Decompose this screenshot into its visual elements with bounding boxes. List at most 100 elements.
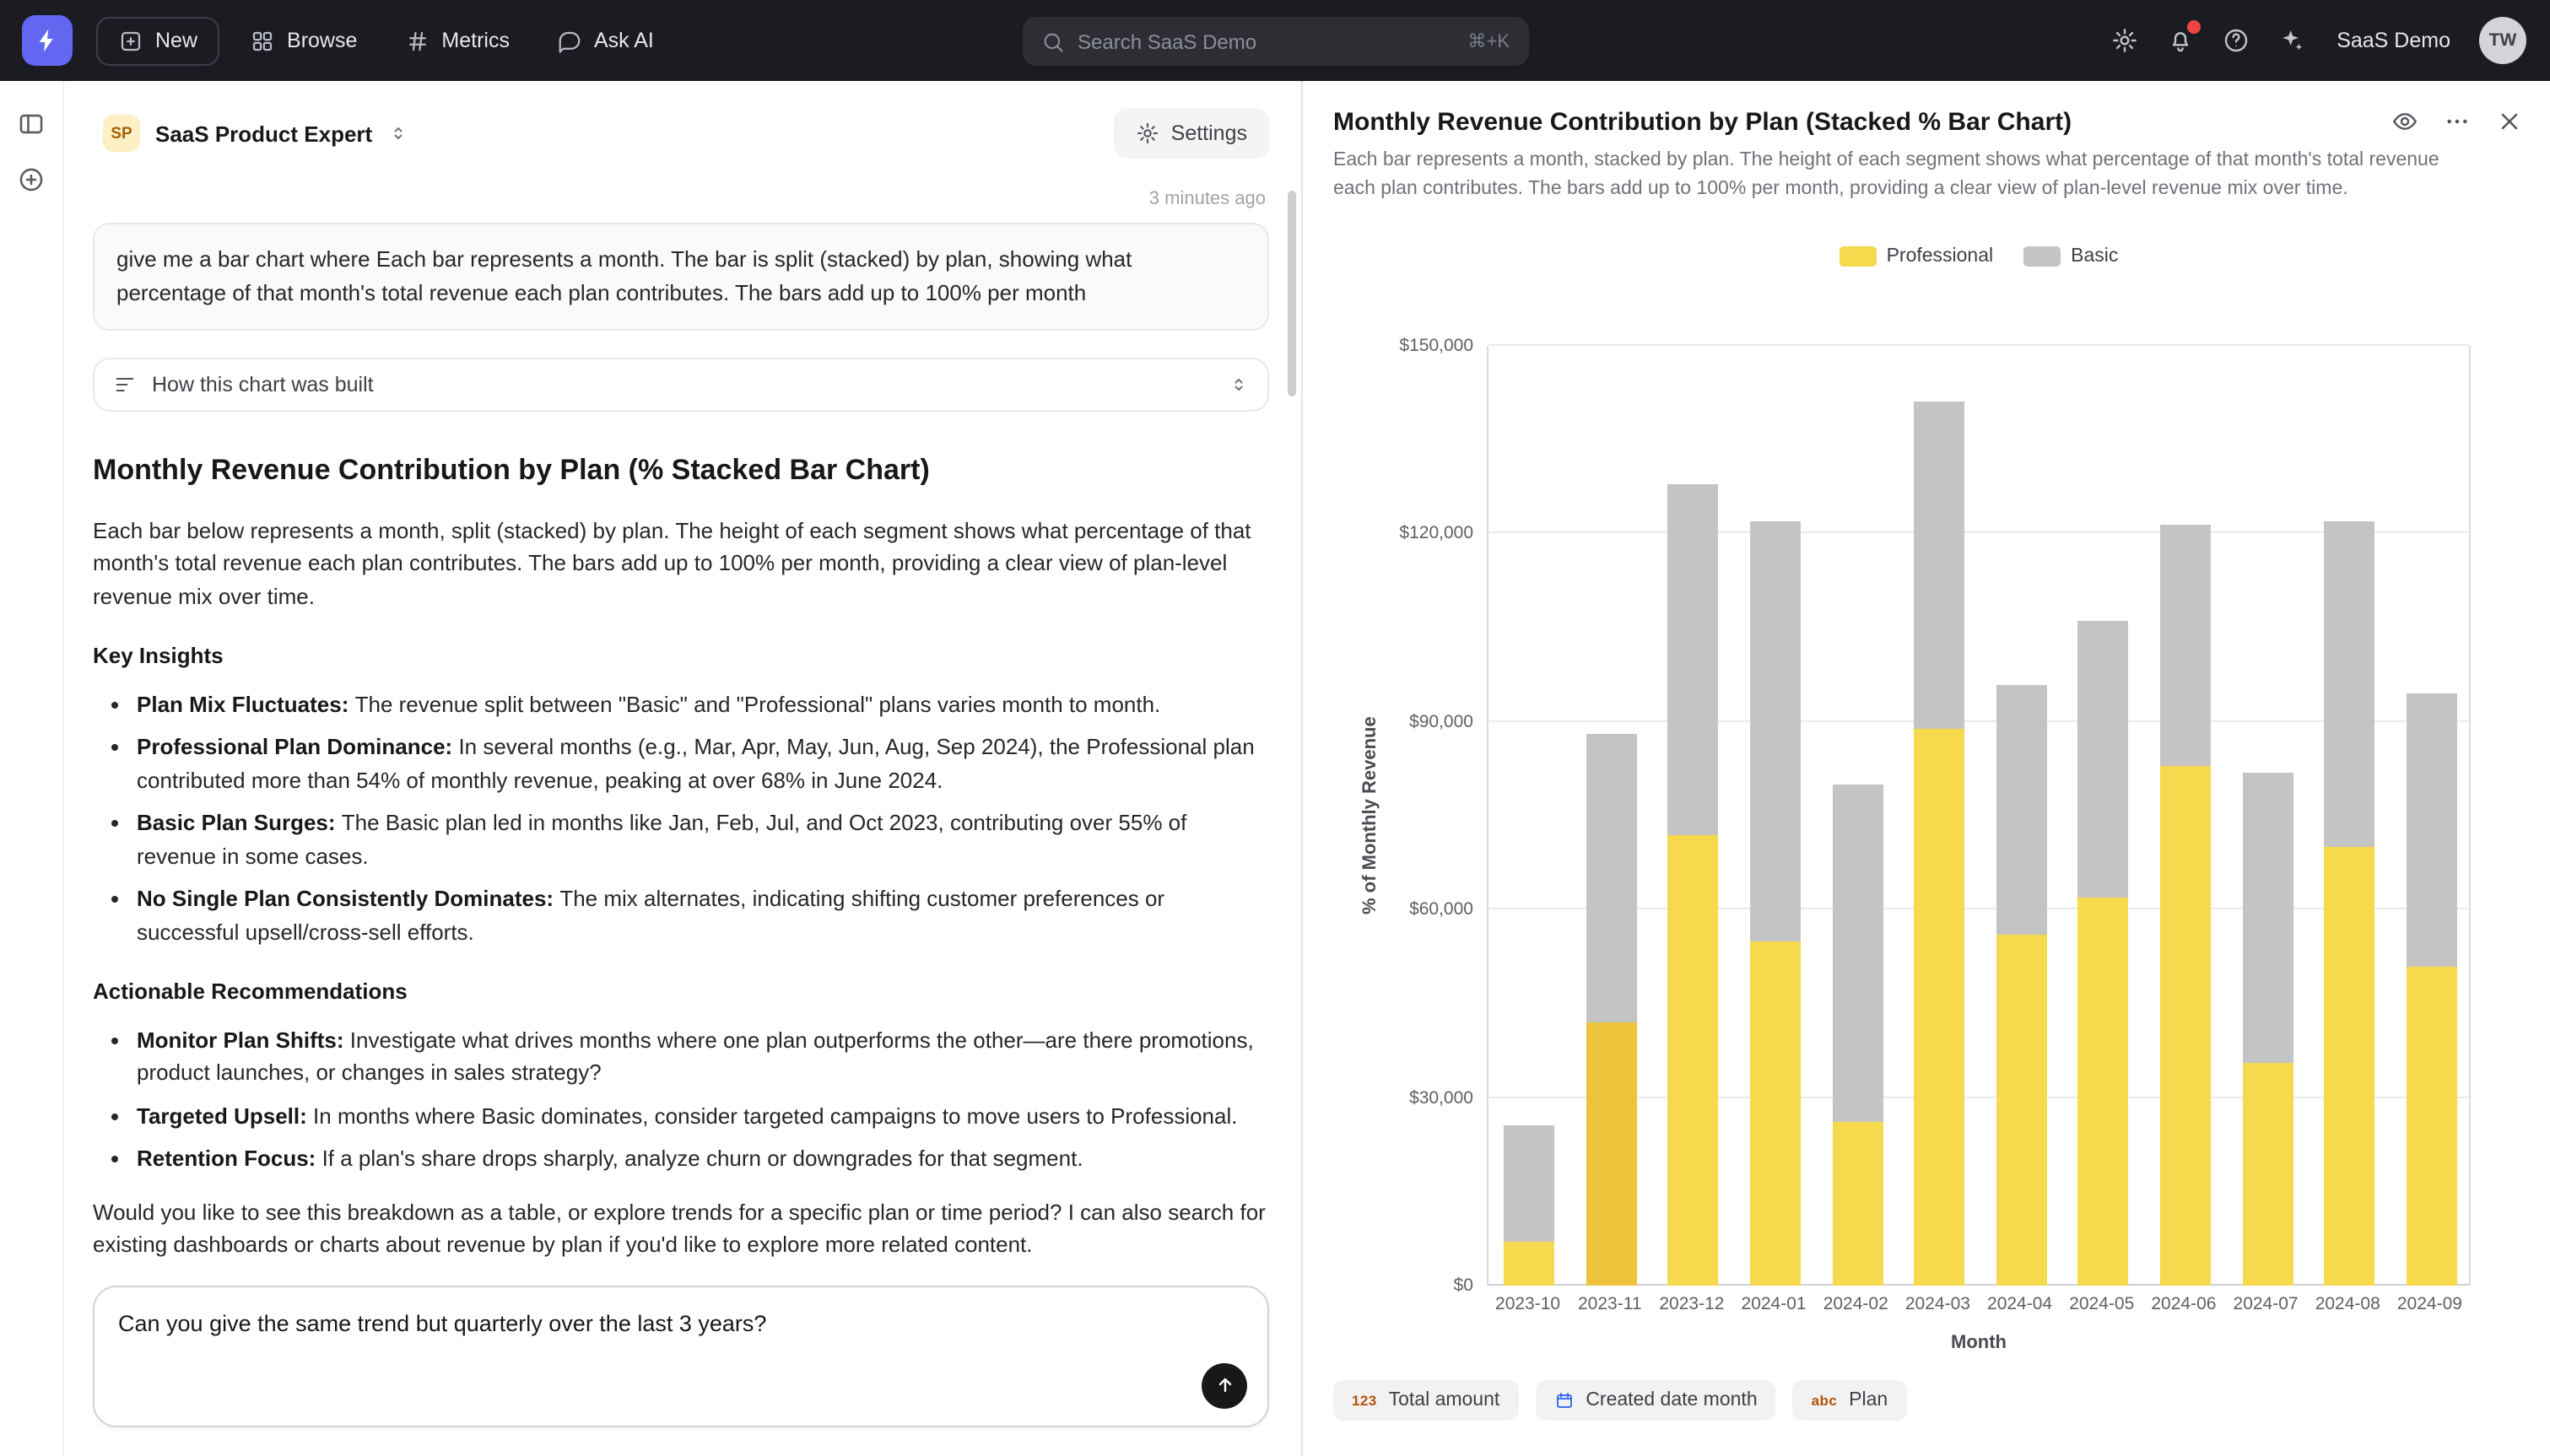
- how-chart-built-label: How this chart was built: [152, 374, 374, 397]
- x-tick-label: 2024-02: [1823, 1294, 1888, 1314]
- bar-2024-08-basic[interactable]: [2324, 521, 2374, 847]
- topbar-left: New Browse Metrics Ask AI: [0, 15, 671, 66]
- legend-item-professional[interactable]: Professional: [1840, 246, 1994, 267]
- bar-2024-05-professional[interactable]: [2078, 898, 2129, 1286]
- x-tick-label: 2023-10: [1495, 1294, 1560, 1314]
- more-menu-icon[interactable]: [2444, 108, 2471, 135]
- x-tick-label: 2023-12: [1659, 1294, 1724, 1314]
- topbar-gear-button[interactable]: [2110, 27, 2137, 54]
- bar-2023-12-basic[interactable]: [1668, 483, 1719, 834]
- arrow-up-icon: [1214, 1376, 1234, 1396]
- bar-2024-07-professional[interactable]: [2242, 1063, 2293, 1286]
- hash-icon: [404, 28, 430, 53]
- bar-2024-03-professional[interactable]: [1914, 728, 1964, 1286]
- chart-panel: Monthly Revenue Contribution by Plan (St…: [1301, 81, 2550, 1456]
- workspace-name[interactable]: SaaS Demo: [2337, 29, 2450, 52]
- topnav-ask-ai[interactable]: Ask AI: [540, 18, 671, 63]
- y-tick-label: $120,000: [1303, 524, 1473, 544]
- agent-selector[interactable]: SP SaaS Product Expert: [93, 106, 418, 160]
- field-pill-total-amount[interactable]: 123Total amount: [1333, 1380, 1518, 1421]
- topbar-action-icons: [2110, 27, 2304, 54]
- bar-2024-04-professional[interactable]: [1996, 935, 2047, 1286]
- sparkles-icon: [2277, 27, 2304, 54]
- bullet-item: Retention Focus: If a plan's share drops…: [137, 1143, 1269, 1176]
- bar-2024-03-basic[interactable]: [1914, 402, 1964, 728]
- y-tick-label: $60,000: [1303, 899, 1473, 919]
- assistant-response: Monthly Revenue Contribution by Plan (% …: [93, 413, 1269, 1286]
- y-tick-label: $30,000: [1303, 1087, 1473, 1108]
- chat-input-box[interactable]: [93, 1286, 1269, 1427]
- bar-2023-12-professional[interactable]: [1668, 834, 1719, 1286]
- topnav-browse[interactable]: Browse: [233, 18, 374, 63]
- response-closing: Would you like to see this breakdown as …: [93, 1196, 1269, 1262]
- bar-2024-08-professional[interactable]: [2324, 847, 2374, 1286]
- settings-button[interactable]: Settings: [1114, 108, 1269, 159]
- topbar-sparkles-button[interactable]: [2277, 27, 2304, 54]
- plus-square-icon: [118, 28, 143, 53]
- chat-panel: SP SaaS Product Expert Settings 3 minute…: [64, 81, 1301, 1456]
- x-tick-label: 2024-06: [2151, 1294, 2216, 1314]
- legend-item-basic[interactable]: Basic: [2023, 246, 2118, 267]
- bar-2023-10-professional[interactable]: [1505, 1242, 1555, 1286]
- chart-title: Monthly Revenue Contribution by Plan (St…: [1333, 108, 2072, 137]
- field-pill-created-date-month[interactable]: Created date month: [1535, 1380, 1775, 1421]
- bar-2024-01-basic[interactable]: [1750, 521, 1801, 941]
- metric-123-icon: 123: [1352, 1392, 1377, 1409]
- send-button[interactable]: [1202, 1363, 1247, 1409]
- global-search-input[interactable]: Search SaaS Demo ⌘+K: [1022, 17, 1528, 66]
- bar-2023-11-basic[interactable]: [1586, 734, 1637, 1022]
- bullet-item: Basic Plan Surges: The Basic plan led in…: [137, 807, 1269, 873]
- topnav-metrics[interactable]: Metrics: [387, 18, 527, 63]
- legend-label: Basic: [2071, 246, 2118, 267]
- x-tick-label: 2023-11: [1578, 1294, 1642, 1314]
- field-pill-plan[interactable]: abcPlan: [1793, 1380, 1907, 1421]
- x-tick-label: 2024-05: [2069, 1294, 2134, 1314]
- topnav-new[interactable]: New: [96, 16, 219, 65]
- topbar-bell-button[interactable]: [2166, 27, 2193, 54]
- chart-actions: [2391, 108, 2523, 135]
- bar-2024-02-professional[interactable]: [1832, 1123, 1883, 1286]
- bar-2024-01-professional[interactable]: [1750, 941, 1801, 1286]
- topbar-right: SaaS Demo TW: [2110, 17, 2550, 64]
- topnav-label: New: [155, 29, 197, 52]
- app-logo[interactable]: [22, 15, 73, 66]
- bullet-item: No Single Plan Consistently Dominates: T…: [137, 883, 1269, 949]
- legend-swatch: [2023, 246, 2061, 267]
- field-pill-label: Created date month: [1586, 1390, 1757, 1410]
- field-pills: 123Total amount Created date month abcPlan: [1333, 1380, 1906, 1421]
- gridline: [1488, 532, 2469, 534]
- topnav-label: Browse: [287, 29, 357, 52]
- chat-header: SP SaaS Product Expert Settings: [93, 98, 1269, 169]
- bar-2024-06-basic[interactable]: [2160, 525, 2211, 766]
- chat-input-field[interactable]: [118, 1308, 1193, 1399]
- x-axis-ticks: 2023-10 2023-11 2023-12 2024-01 2024-02 2024-…: [1487, 1294, 2471, 1318]
- bar-2023-11-professional[interactable]: [1586, 1022, 1637, 1286]
- bar-2024-07-basic[interactable]: [2242, 772, 2293, 1063]
- gear-icon: [1136, 121, 1159, 145]
- bar-2024-05-basic[interactable]: [2078, 622, 2129, 898]
- x-tick-label: 2024-01: [1742, 1294, 1807, 1314]
- close-icon[interactable]: [2496, 108, 2523, 135]
- topbar-help-button[interactable]: [2222, 27, 2249, 54]
- section-heading-key-insights: Key Insights: [93, 640, 1269, 673]
- sidebar-toggle-icon[interactable]: [17, 110, 46, 138]
- top-navigation: New Browse Metrics Ask AI: [96, 16, 671, 65]
- bar-2023-10-basic[interactable]: [1505, 1126, 1555, 1242]
- how-chart-built-toggle[interactable]: How this chart was built: [93, 359, 1269, 413]
- legend-label: Professional: [1887, 246, 1994, 267]
- left-rail: [0, 81, 64, 1456]
- chart-built-steps-icon: [113, 374, 137, 397]
- eye-icon[interactable]: [2391, 108, 2418, 135]
- user-avatar[interactable]: TW: [2479, 17, 2526, 64]
- new-thread-plus-icon[interactable]: [17, 165, 46, 194]
- x-tick-label: 2024-09: [2397, 1294, 2462, 1314]
- bar-2024-06-professional[interactable]: [2160, 766, 2211, 1286]
- bar-2024-09-basic[interactable]: [2406, 693, 2456, 966]
- bar-2024-02-basic[interactable]: [1832, 785, 1883, 1123]
- bar-2024-09-professional[interactable]: [2406, 966, 2456, 1286]
- chat-icon: [557, 28, 582, 53]
- bar-2024-04-basic[interactable]: [1996, 684, 2047, 935]
- message-timestamp: 3 minutes ago: [96, 189, 1266, 209]
- scrollbar-thumb[interactable]: [1288, 191, 1296, 396]
- lightning-bolt-icon: [34, 27, 61, 54]
